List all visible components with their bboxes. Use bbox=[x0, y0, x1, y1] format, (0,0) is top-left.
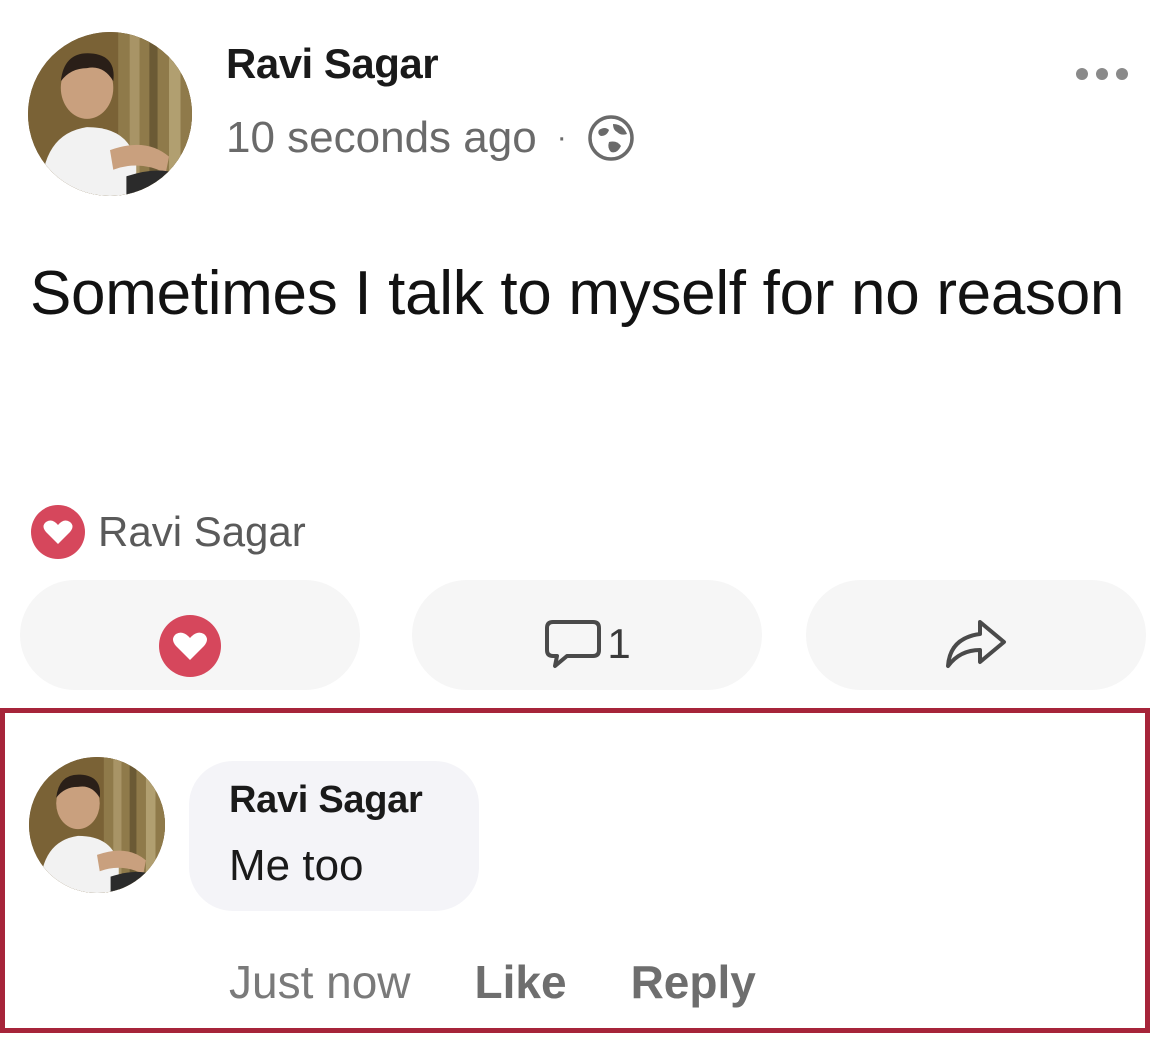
more-options-dot bbox=[1116, 68, 1128, 80]
post-card: Ravi Sagar 10 seconds ago · Sometimes I … bbox=[0, 0, 1150, 1041]
reactor-name[interactable]: Ravi Sagar bbox=[98, 508, 306, 556]
reactions-summary[interactable]: Ravi Sagar bbox=[28, 502, 306, 562]
love-button[interactable] bbox=[20, 580, 360, 690]
heart-icon bbox=[159, 615, 221, 677]
comment-button[interactable]: 1 bbox=[412, 580, 762, 690]
more-options-dot bbox=[1096, 68, 1108, 80]
commenter-avatar[interactable] bbox=[29, 757, 165, 893]
comment-like-button[interactable]: Like bbox=[475, 955, 567, 1009]
post-timestamp[interactable]: 10 seconds ago bbox=[226, 113, 537, 163]
author-avatar[interactable] bbox=[28, 32, 192, 196]
share-icon bbox=[946, 620, 1006, 668]
comment-highlight-box: Ravi Sagar Me too Just now Like Reply bbox=[0, 708, 1150, 1033]
more-options-button[interactable] bbox=[1076, 68, 1128, 80]
heart-icon bbox=[31, 505, 85, 559]
share-button[interactable] bbox=[806, 580, 1146, 690]
post-text: Sometimes I talk to myself for no reason bbox=[30, 259, 1125, 328]
post-meta: 10 seconds ago · bbox=[226, 112, 637, 164]
commenter-name[interactable]: Ravi Sagar bbox=[229, 779, 423, 822]
comment-reply-button[interactable]: Reply bbox=[631, 955, 756, 1009]
globe-icon[interactable] bbox=[585, 112, 637, 164]
more-options-dot bbox=[1076, 68, 1088, 80]
comment-icon bbox=[545, 620, 602, 668]
meta-separator: · bbox=[556, 121, 567, 154]
comment-count: 1 bbox=[607, 620, 631, 667]
comment-actions: Just now Like Reply bbox=[229, 955, 756, 1009]
author-name[interactable]: Ravi Sagar bbox=[226, 40, 439, 88]
comment-text: Me too bbox=[229, 841, 364, 890]
comment-timestamp: Just now bbox=[229, 956, 411, 1008]
